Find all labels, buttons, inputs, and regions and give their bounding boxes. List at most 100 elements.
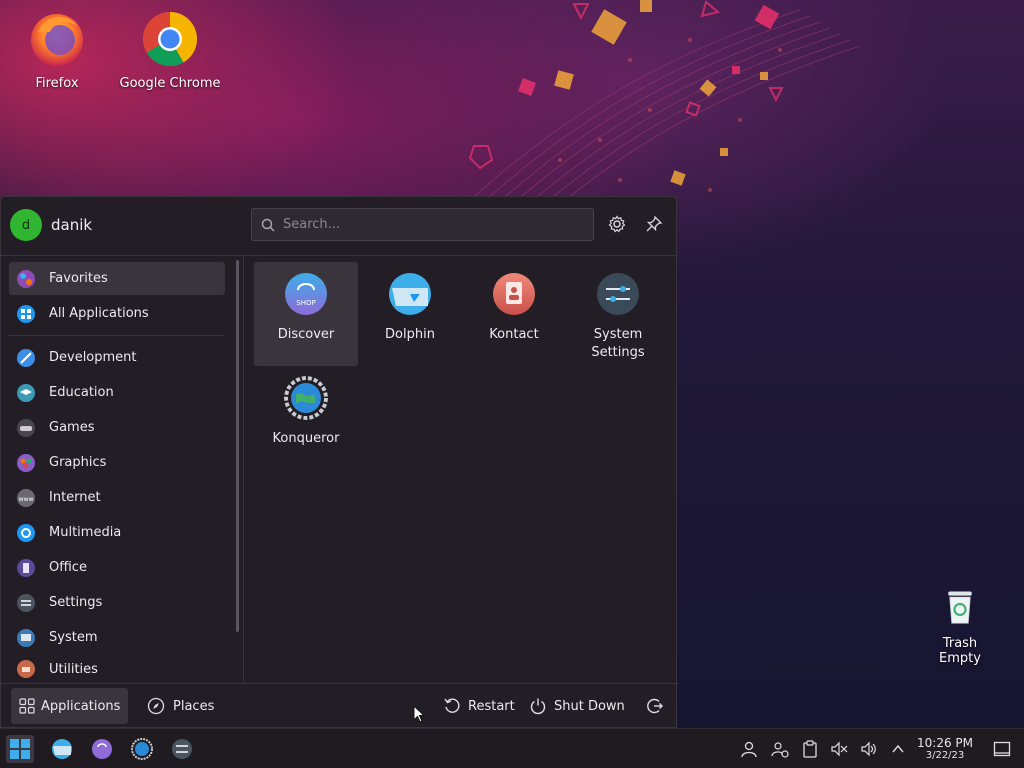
settings-button[interactable] [606, 213, 628, 235]
app-launcher-icon [10, 739, 30, 759]
tray-volume[interactable] [859, 739, 879, 759]
sidebar-item-label: Development [49, 350, 137, 365]
clock-date: 3/22/23 [925, 750, 965, 761]
internet-icon: www [17, 488, 35, 507]
logout-icon [647, 698, 663, 714]
sidebar-item-education[interactable]: Education [9, 376, 225, 409]
sidebar-item-settings[interactable]: Settings [9, 586, 225, 619]
avatar[interactable]: d [10, 209, 42, 241]
tab-applications[interactable]: Applications [11, 688, 129, 724]
games-icon [17, 418, 35, 437]
volume-icon [861, 741, 876, 757]
sidebar-item-label: Graphics [49, 455, 107, 470]
firefox-icon [31, 14, 83, 66]
tray-clipboard[interactable] [800, 739, 820, 759]
multimedia-icon [17, 523, 35, 542]
sidebar-item-label: Internet [49, 490, 101, 505]
settings-icon [608, 215, 626, 233]
system-icon [17, 628, 35, 647]
trash-label-line1: Trash [942, 636, 978, 651]
sidebar-item-label: Education [49, 385, 114, 400]
taskbar: 10:26 PM 3/22/23 [0, 728, 1024, 768]
restart-label: Restart [468, 698, 515, 714]
favorites-app-grid: SHOP Discover Dolphin Kontact System Set… [245, 255, 677, 683]
logout-button[interactable] [646, 694, 664, 718]
education-icon [17, 383, 35, 402]
pin-button[interactable] [643, 213, 665, 235]
sidebar-item-development[interactable]: Development [9, 341, 225, 374]
desktop-icon-trash[interactable]: Trash Empty [905, 584, 1015, 666]
tray-mute[interactable] [829, 739, 849, 759]
konqueror-taskbar-icon [131, 738, 153, 760]
sidebar-item-label: All Applications [49, 306, 149, 321]
app-tile-konqueror[interactable]: Konqueror [254, 366, 358, 470]
tray-user[interactable] [739, 739, 759, 759]
trash-icon [948, 591, 972, 624]
tray-user-switch[interactable] [770, 739, 790, 759]
dolphin-icon [389, 273, 431, 315]
discover-icon: SHOP [285, 273, 327, 315]
desktop-icon-google-chrome[interactable]: Google Chrome [115, 10, 225, 91]
applications-grid-icon [19, 698, 35, 714]
shut-down-button[interactable]: Shut Down [529, 694, 625, 718]
sidebar-item-favorites[interactable]: Favorites [9, 262, 225, 295]
dolphin-taskbar-icon [52, 739, 72, 759]
taskbar-system-settings[interactable] [168, 735, 196, 763]
launcher-footer: Applications Places Restart Shut Down [1, 683, 678, 729]
username: danik [51, 216, 93, 234]
pin-icon [646, 215, 663, 232]
sidebar-item-utilities[interactable]: Utilities [9, 656, 225, 682]
power-icon [530, 698, 546, 715]
taskbar-discover[interactable] [88, 735, 116, 763]
category-sidebar: Favorites All Applications Development E… [1, 255, 244, 683]
sidebar-item-system[interactable]: System [9, 621, 225, 654]
digital-clock[interactable]: 10:26 PM 3/22/23 [912, 737, 978, 762]
show-desktop-icon [993, 741, 1011, 757]
tab-label: Places [173, 698, 215, 714]
clipboard-icon [803, 740, 817, 758]
sidebar-item-games[interactable]: Games [9, 411, 225, 444]
mute-icon [831, 741, 848, 757]
chevron-up-icon [892, 744, 904, 753]
taskbar-dolphin[interactable] [48, 735, 76, 763]
development-icon [17, 348, 35, 367]
app-tile-label-line1: System [593, 327, 643, 342]
taskbar-konqueror[interactable] [128, 735, 156, 763]
office-icon [17, 558, 35, 577]
sidebar-item-label: Utilities [49, 661, 98, 677]
clock-time: 10:26 PM [917, 736, 973, 750]
sidebar-item-label: Office [49, 560, 87, 575]
tab-places[interactable]: Places [139, 688, 222, 724]
sidebar-item-office[interactable]: Office [9, 551, 225, 584]
restart-button[interactable]: Restart [443, 694, 515, 718]
search-icon [261, 218, 275, 232]
user-icon [741, 741, 757, 758]
sidebar-item-graphics[interactable]: Graphics [9, 446, 225, 479]
tray-expand[interactable] [888, 739, 908, 759]
app-tile-label-line2: Settings [591, 345, 645, 360]
sidebar-item-all-applications[interactable]: All Applications [9, 297, 225, 330]
app-tile-dolphin[interactable]: Dolphin [358, 262, 462, 366]
kontact-icon [493, 273, 535, 315]
search-input[interactable] [283, 217, 573, 232]
sidebar-scrollbar[interactable] [236, 260, 239, 632]
app-tile-label: Dolphin [385, 327, 435, 342]
utilities-icon [17, 660, 35, 678]
app-tile-discover[interactable]: SHOP Discover [254, 262, 358, 366]
app-launcher-button[interactable] [6, 735, 34, 763]
desktop-icon-firefox[interactable]: Firefox [2, 10, 112, 91]
app-tile-system-settings[interactable]: System Settings [566, 262, 670, 366]
app-tile-label: Konqueror [272, 431, 340, 446]
sidebar-divider [9, 335, 225, 336]
sidebar-item-multimedia[interactable]: Multimedia [9, 516, 225, 549]
sidebar-item-label: Settings [49, 595, 103, 610]
application-launcher: d danik Search... Favorites All Applicat… [0, 196, 678, 729]
all-apps-icon [17, 304, 35, 323]
show-desktop-button[interactable] [992, 739, 1012, 759]
app-tile-kontact[interactable]: Kontact [462, 262, 566, 366]
search-box[interactable] [251, 208, 594, 241]
settings-category-icon [17, 593, 35, 612]
sidebar-item-internet[interactable]: www Internet [9, 481, 225, 514]
mouse-cursor-icon [413, 705, 426, 723]
chrome-icon [142, 11, 197, 67]
